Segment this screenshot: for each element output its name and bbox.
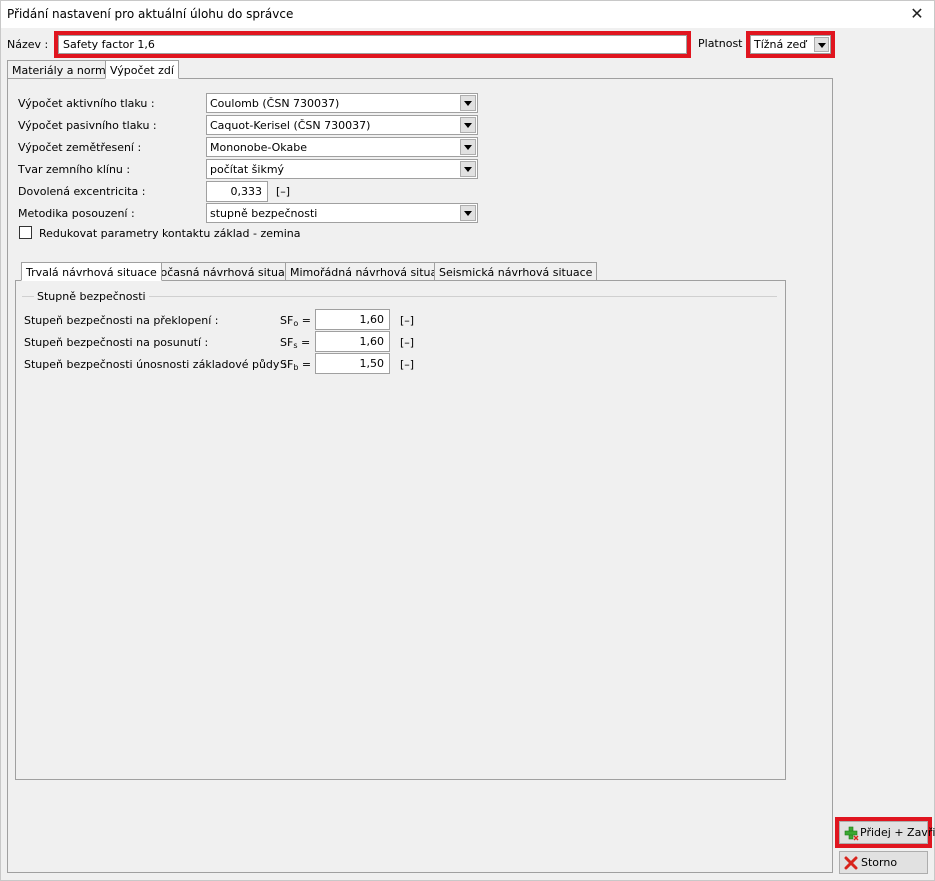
wedge-shape-value: počítat šikmý <box>210 163 285 176</box>
safety-input-sliding[interactable]: 1,60 <box>315 331 390 352</box>
methodology-label: Metodika posouzení : <box>18 207 135 220</box>
name-label: Název : <box>7 38 49 51</box>
chevron-down-icon[interactable] <box>460 161 476 177</box>
safety-input-overturning[interactable]: 1,60 <box>315 309 390 330</box>
add-close-label: Přidej + Zavři <box>860 826 935 839</box>
eccentricity-input[interactable]: 0,333 <box>206 181 268 202</box>
permanent-situation-panel: Stupně bezpečnosti Stupeň bezpečnosti na… <box>15 280 786 780</box>
tab-transient-situation[interactable]: Dočasná návrhová situace <box>147 262 303 281</box>
validity-value: Tížná zeď <box>754 38 807 51</box>
safety-label-sliding: Stupeň bezpečnosti na posunutí : <box>24 336 209 349</box>
wedge-shape-select[interactable]: počítat šikmý <box>206 159 478 179</box>
chevron-down-icon[interactable] <box>460 117 476 133</box>
passive-pressure-value: Caquot-Kerisel (ČSN 730037) <box>210 119 371 132</box>
earthquake-label: Výpočet zemětřesení : <box>18 141 142 154</box>
eccentricity-unit: [–] <box>276 185 291 198</box>
safety-symbol-sliding: SFs = <box>280 336 311 350</box>
safety-input-bearing[interactable]: 1,50 <box>315 353 390 374</box>
chevron-down-icon[interactable] <box>460 205 476 221</box>
passive-pressure-select[interactable]: Caquot-Kerisel (ČSN 730037) <box>206 115 478 135</box>
chevron-down-icon[interactable] <box>814 37 829 52</box>
window-title: Přidání nastavení pro aktuální úlohu do … <box>7 7 294 21</box>
eccentricity-label: Dovolená excentricita : <box>18 185 146 198</box>
active-pressure-label: Výpočet aktivního tlaku : <box>18 97 155 110</box>
methodology-select[interactable]: stupně bezpečnosti <box>206 203 478 223</box>
name-input[interactable]: Safety factor 1,6 <box>58 35 687 54</box>
add-icon <box>844 826 859 841</box>
tab-materials[interactable]: Materiály a normy <box>7 60 118 79</box>
tab-permanent-situation[interactable]: Trvalá návrhová situace <box>21 262 162 281</box>
safety-symbol-overturning: SFo = <box>280 314 311 328</box>
active-pressure-select[interactable]: Coulomb (ČSN 730037) <box>206 93 478 113</box>
tab-accidental-situation[interactable]: Mimořádná návrhová situace <box>285 262 456 281</box>
add-close-button[interactable]: Přidej + Zavři <box>839 821 935 844</box>
methodology-value: stupně bezpečnosti <box>210 207 318 220</box>
title-bar: Přidání nastavení pro aktuální úlohu do … <box>1 1 934 28</box>
cancel-label: Storno <box>861 856 898 869</box>
tab-seismic-situation[interactable]: Seismická návrhová situace <box>434 262 598 281</box>
safety-label-overturning: Stupeň bezpečnosti na překlopení : <box>24 314 219 327</box>
close-icon[interactable]: ✕ <box>900 1 934 28</box>
chevron-down-icon[interactable] <box>460 95 476 111</box>
safety-unit-overturning: [–] <box>400 314 415 327</box>
cancel-icon <box>844 856 858 870</box>
validity-select[interactable]: Tížná zeď <box>750 35 831 54</box>
cancel-button[interactable]: Storno <box>839 851 928 874</box>
wall-analysis-panel: Výpočet aktivního tlaku : Coulomb (ČSN 7… <box>7 78 833 873</box>
reduce-params-label: Redukovat parametry kontaktu základ - ze… <box>39 227 301 240</box>
safety-unit-sliding: [–] <box>400 336 415 349</box>
chevron-down-icon[interactable] <box>460 139 476 155</box>
safety-symbol-bearing: SFb = <box>280 358 312 372</box>
passive-pressure-label: Výpočet pasivního tlaku : <box>18 119 157 132</box>
safety-unit-bearing: [–] <box>400 358 415 371</box>
safety-label-bearing: Stupeň bezpečnosti únosnosti základové p… <box>24 358 287 371</box>
reduce-params-checkbox[interactable] <box>19 226 32 239</box>
active-pressure-value: Coulomb (ČSN 730037) <box>210 97 340 110</box>
earthquake-select[interactable]: Mononobe-Okabe <box>206 137 478 157</box>
earthquake-value: Mononobe-Okabe <box>210 141 307 154</box>
wedge-shape-label: Tvar zemního klínu : <box>18 163 131 176</box>
safety-group-title: Stupně bezpečnosti <box>34 290 149 303</box>
tab-wall-analysis[interactable]: Výpočet zdí <box>105 60 179 79</box>
validity-label: Platnost : <box>698 37 750 50</box>
dialog-window: Přidání nastavení pro aktuální úlohu do … <box>0 0 935 881</box>
